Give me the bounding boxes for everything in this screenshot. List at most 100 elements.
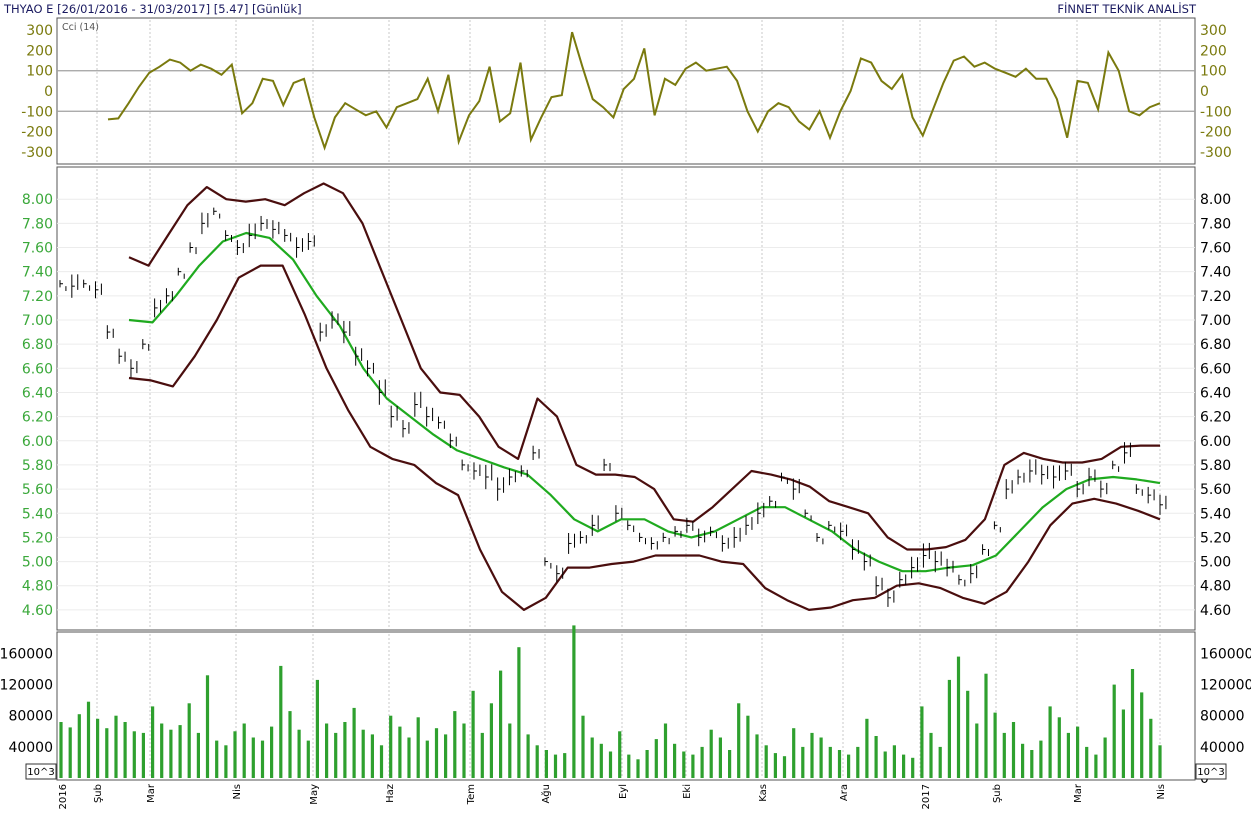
- x-tick-label-month: Ara: [839, 784, 850, 801]
- volume-bar: [389, 715, 393, 778]
- volume-bar: [489, 703, 493, 778]
- volume-bar: [636, 759, 640, 778]
- volume-bar: [343, 722, 347, 778]
- volume-bar: [1030, 750, 1034, 778]
- bollinger-lower-series: [128, 264, 1161, 611]
- price-right-tick-label: 6.00: [1200, 434, 1231, 450]
- volume-bar: [187, 703, 191, 778]
- volume-left-axis: 160000 120000 80000 40000: [0, 646, 53, 755]
- x-tick-label-month: Nis: [232, 784, 243, 799]
- cci-right-tick-label: 100: [1200, 64, 1227, 80]
- price-left-tick-label: 6.40: [22, 385, 53, 401]
- cci-left-axis: 300 200 100 0 -100 -200 -300: [21, 23, 53, 161]
- price-left-tick-label: 5.80: [22, 458, 53, 474]
- volume-bar: [1140, 692, 1144, 778]
- volume-bar: [691, 754, 695, 778]
- volume-bar: [700, 746, 704, 778]
- volume-bar: [123, 722, 127, 778]
- price-left-tick-label: 7.00: [22, 313, 53, 329]
- bollinger-upper-series: [128, 182, 1160, 551]
- volume-bar: [224, 745, 228, 778]
- cci-left-tick-label: 300: [26, 23, 53, 39]
- x-tick-label-year: 2016: [58, 784, 69, 809]
- cci-right-tick-label: -300: [1200, 145, 1232, 161]
- volume-bar: [773, 753, 777, 778]
- volume-bar: [233, 731, 237, 778]
- volume-bar: [1021, 743, 1025, 778]
- price-right-tick-label: 7.00: [1200, 313, 1231, 329]
- price-left-tick-label: 8.00: [22, 192, 53, 208]
- volume-bar: [1121, 709, 1125, 778]
- price-right-axis: 8.00 7.80 7.60 7.40 7.20 7.00 6.80 6.60 6.40 6.20…: [1200, 192, 1231, 619]
- volume-bar: [608, 751, 613, 778]
- volume-bar: [1002, 732, 1006, 778]
- volume-bar: [59, 722, 63, 778]
- x-tick-label-year: 2017: [921, 784, 932, 809]
- volume-bar: [911, 757, 915, 778]
- volume-bar: [663, 723, 668, 778]
- volume-bar: [105, 728, 109, 778]
- volume-bar: [270, 726, 274, 778]
- volume-left-tick-label: 80000: [8, 709, 53, 725]
- volume-bar: [1085, 746, 1089, 778]
- volume-bar: [599, 743, 603, 778]
- price-right-tick-label: 6.60: [1200, 361, 1231, 377]
- cci-left-tick-label: 200: [26, 43, 53, 59]
- price-right-tick-label: 7.20: [1200, 289, 1231, 305]
- x-tick-label-month: Mar: [1073, 783, 1084, 803]
- volume-right-tick-label: 40000: [1200, 740, 1245, 756]
- volume-bar: [966, 690, 970, 778]
- price-right-tick-label: 5.00: [1200, 555, 1231, 571]
- volume-bar: [499, 670, 503, 778]
- price-right-tick-label: 5.60: [1200, 482, 1231, 498]
- x-tick-label-month: Ağu: [540, 784, 552, 804]
- volume-bar: [728, 750, 732, 778]
- volume-bar: [984, 673, 988, 778]
- volume-unit-badge-left: 10^3: [27, 767, 54, 778]
- cci-grid: [57, 20, 1195, 162]
- volume-bar: [86, 701, 91, 778]
- volume-bar: [444, 734, 448, 778]
- volume-bar: [837, 750, 842, 778]
- volume-bar: [618, 731, 622, 778]
- cci-panel-frame: [56, 17, 1196, 165]
- volume-bar: [68, 727, 72, 778]
- x-tick-label-month: Haz: [385, 784, 396, 803]
- volume-bar: [141, 732, 145, 778]
- volume-bar: [920, 706, 924, 778]
- bollinger-middle-series: [128, 231, 1161, 573]
- volume-bar: [1057, 717, 1061, 778]
- cci-right-axis: 300 200 100 0 -100 -200 -300: [1200, 23, 1232, 161]
- price-grid: [57, 169, 1195, 628]
- volume-left-tick-label: 160000: [0, 646, 53, 662]
- volume-bar: [581, 715, 585, 778]
- volume-bar: [892, 745, 896, 778]
- price-right-tick-label: 8.00: [1200, 192, 1231, 208]
- volume-bar: [709, 729, 713, 778]
- volume-bar: [1094, 754, 1098, 778]
- volume-bar: [755, 734, 759, 778]
- price-panel-frame: [56, 166, 1196, 631]
- volume-bars: [59, 625, 1162, 778]
- volume-bar: [883, 751, 887, 778]
- price-right-tick-label: 4.60: [1200, 603, 1231, 619]
- price-left-tick-label: 7.20: [22, 289, 53, 305]
- volume-bar: [306, 740, 310, 778]
- volume-bar: [828, 746, 832, 778]
- price-left-tick-label: 6.60: [22, 361, 53, 377]
- volume-bar: [801, 746, 805, 778]
- cci-right-tick-label: -100: [1200, 104, 1232, 120]
- volume-bar: [938, 746, 942, 778]
- volume-bar: [77, 714, 81, 778]
- price-right-tick-label: 5.40: [1200, 506, 1231, 522]
- price-right-tick-label: 6.80: [1200, 337, 1231, 353]
- price-left-tick-label: 5.20: [22, 530, 53, 546]
- volume-bar: [1048, 706, 1052, 778]
- volume-bar: [590, 737, 594, 778]
- volume-bar: [1066, 732, 1070, 778]
- volume-bar: [947, 679, 951, 778]
- volume-right-tick-label: 120000: [1200, 678, 1251, 694]
- volume-bar: [1076, 726, 1080, 778]
- volume-bar: [279, 665, 283, 778]
- price-left-tick-label: 7.80: [22, 216, 53, 232]
